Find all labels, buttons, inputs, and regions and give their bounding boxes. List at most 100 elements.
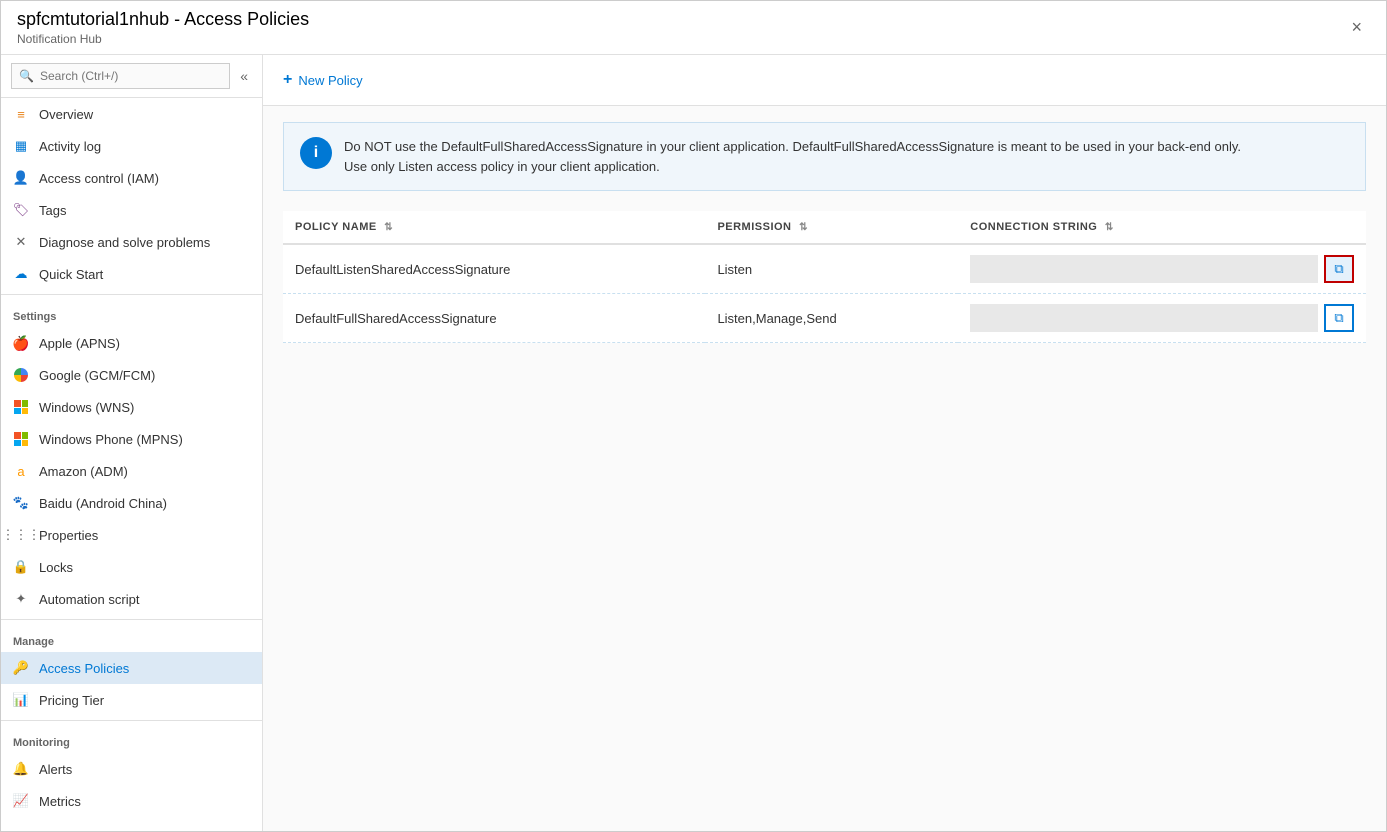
copy-button-1[interactable]: ⧉: [1324, 255, 1354, 283]
table-header-row: POLICY NAME ⇅ PERMISSION ⇅ CONNECTION ST…: [283, 211, 1366, 244]
content-header: + New Policy: [263, 55, 1386, 106]
sidebar-item-windows-wns[interactable]: Windows (WNS): [1, 391, 262, 423]
properties-icon: ⋮⋮⋮: [13, 527, 29, 543]
plus-icon: +: [283, 71, 292, 89]
title-bar-left: spfcmtutorial1nhub - Access Policies Not…: [17, 9, 309, 46]
sidebar-item-windows-phone[interactable]: Windows Phone (MPNS): [1, 423, 262, 455]
amazon-icon: a: [13, 463, 29, 479]
conn-string-input-1[interactable]: [970, 255, 1318, 283]
col-label-permission: PERMISSION: [717, 221, 791, 233]
windows-phone-icon: [13, 431, 29, 447]
sidebar-item-amazon[interactable]: a Amazon (ADM): [1, 455, 262, 487]
pricing-icon: 📊: [13, 692, 29, 708]
sidebar-item-access-policies[interactable]: 🔑 Access Policies: [1, 652, 262, 684]
apple-icon: 🍎: [13, 335, 29, 351]
col-connection-string: CONNECTION STRING ⇅: [958, 211, 1366, 244]
sidebar-item-properties[interactable]: ⋮⋮⋮ Properties: [1, 519, 262, 551]
sidebar-label-metrics: Metrics: [39, 794, 81, 809]
sidebar-label-amazon: Amazon (ADM): [39, 464, 128, 479]
sidebar-label-locks: Locks: [39, 560, 73, 575]
main-content: + New Policy i Do NOT use the DefaultFul…: [263, 55, 1386, 831]
diagnose-icon: ✕: [13, 234, 29, 250]
section-label-manage: Manage: [1, 624, 262, 652]
sidebar-label-tags: Tags: [39, 203, 66, 218]
info-text: Do NOT use the DefaultFullSharedAccessSi…: [344, 137, 1241, 176]
overview-icon: ≡: [13, 106, 29, 122]
sidebar-item-pricing-tier[interactable]: 📊 Pricing Tier: [1, 684, 262, 716]
sidebar-label-overview: Overview: [39, 107, 93, 122]
alerts-icon: 🔔: [13, 761, 29, 777]
sidebar-item-access-control[interactable]: 👤 Access control (IAM): [1, 162, 262, 194]
col-permission: PERMISSION ⇅: [705, 211, 958, 244]
sidebar-label-google: Google (GCM/FCM): [39, 368, 155, 383]
col-label-connection-string: CONNECTION STRING: [970, 221, 1097, 233]
sidebar-label-activity-log: Activity log: [39, 139, 101, 154]
permission-cell-2: Listen,Manage,Send: [705, 294, 958, 343]
info-banner: i Do NOT use the DefaultFullSharedAccess…: [283, 122, 1366, 191]
info-line2: Use only Listen access policy in your cl…: [344, 159, 660, 174]
sidebar-divider-2: [1, 619, 262, 620]
conn-string-input-2[interactable]: [970, 304, 1318, 332]
section-label-monitoring: Monitoring: [1, 725, 262, 753]
sidebar-item-overview[interactable]: ≡ Overview: [1, 98, 262, 130]
sidebar-label-quickstart: Quick Start: [39, 267, 103, 282]
iam-icon: 👤: [13, 170, 29, 186]
new-policy-button[interactable]: + New Policy: [283, 67, 363, 93]
key-icon: 🔑: [13, 660, 29, 676]
sidebar-label-access-policies: Access Policies: [39, 661, 129, 676]
quickstart-icon: ☁: [13, 266, 29, 282]
search-container: 🔍 «: [1, 55, 262, 98]
collapse-sidebar-button[interactable]: «: [236, 66, 252, 86]
copy-button-2[interactable]: ⧉: [1324, 304, 1354, 332]
col-label-policy-name: POLICY NAME: [295, 221, 377, 233]
automation-icon: ✦: [13, 591, 29, 607]
sidebar-label-windows-phone: Windows Phone (MPNS): [39, 432, 183, 447]
content-body: i Do NOT use the DefaultFullSharedAccess…: [263, 106, 1386, 831]
sidebar-divider-1: [1, 294, 262, 295]
sidebar-item-apple[interactable]: 🍎 Apple (APNS): [1, 327, 262, 359]
tags-icon: 🏷: [13, 202, 29, 218]
policy-name-cell-1: DefaultListenSharedAccessSignature: [283, 244, 705, 294]
sidebar-label-pricing-tier: Pricing Tier: [39, 693, 104, 708]
copy-icon-1: ⧉: [1334, 261, 1343, 277]
sidebar-item-google[interactable]: Google (GCM/FCM): [1, 359, 262, 391]
window-subtitle: Notification Hub: [17, 32, 309, 46]
windows-wns-icon: [13, 399, 29, 415]
close-button[interactable]: ×: [1343, 13, 1370, 42]
info-icon: i: [300, 137, 332, 169]
sidebar-label-alerts: Alerts: [39, 762, 72, 777]
sidebar-item-baidu[interactable]: 🐾 Baidu (Android China): [1, 487, 262, 519]
sidebar-item-automation[interactable]: ✦ Automation script: [1, 583, 262, 615]
sidebar-item-quickstart[interactable]: ☁ Quick Start: [1, 258, 262, 290]
table-row: DefaultFullSharedAccessSignature Listen,…: [283, 294, 1366, 343]
sidebar-label-diagnose: Diagnose and solve problems: [39, 235, 210, 250]
sidebar-item-locks[interactable]: 🔒 Locks: [1, 551, 262, 583]
new-policy-label: New Policy: [298, 73, 362, 88]
sort-icon-policy-name[interactable]: ⇅: [384, 222, 393, 233]
info-line1: Do NOT use the DefaultFullSharedAccessSi…: [344, 139, 1241, 154]
sidebar-item-tags[interactable]: 🏷 Tags: [1, 194, 262, 226]
sidebar-item-metrics[interactable]: 📈 Metrics: [1, 785, 262, 817]
title-bar: spfcmtutorial1nhub - Access Policies Not…: [1, 1, 1386, 55]
sidebar-item-alerts[interactable]: 🔔 Alerts: [1, 753, 262, 785]
table-row: DefaultListenSharedAccessSignature Liste…: [283, 244, 1366, 294]
sidebar-label-access-control: Access control (IAM): [39, 171, 159, 186]
permission-cell-1: Listen: [705, 244, 958, 294]
baidu-icon: 🐾: [13, 495, 29, 511]
sort-icon-permission[interactable]: ⇅: [799, 222, 808, 233]
window-title: spfcmtutorial1nhub - Access Policies: [17, 9, 309, 30]
sort-icon-connection-string[interactable]: ⇅: [1105, 222, 1114, 233]
search-input[interactable]: [11, 63, 230, 89]
app-window: spfcmtutorial1nhub - Access Policies Not…: [0, 0, 1387, 832]
metrics-icon: 📈: [13, 793, 29, 809]
sidebar-item-activity-log[interactable]: ▦ Activity log: [1, 130, 262, 162]
connection-string-cell-1: ⧉: [958, 244, 1366, 294]
conn-string-container-1: ⧉: [970, 255, 1354, 283]
sidebar: 🔍 « ≡ Overview ▦ Activity log 👤 Access c…: [1, 55, 263, 831]
sidebar-divider-3: [1, 720, 262, 721]
policy-name-cell-2: DefaultFullSharedAccessSignature: [283, 294, 705, 343]
sidebar-label-windows-wns: Windows (WNS): [39, 400, 134, 415]
activity-log-icon: ▦: [13, 138, 29, 154]
sidebar-item-diagnose[interactable]: ✕ Diagnose and solve problems: [1, 226, 262, 258]
connection-string-cell-2: ⧉: [958, 294, 1366, 343]
